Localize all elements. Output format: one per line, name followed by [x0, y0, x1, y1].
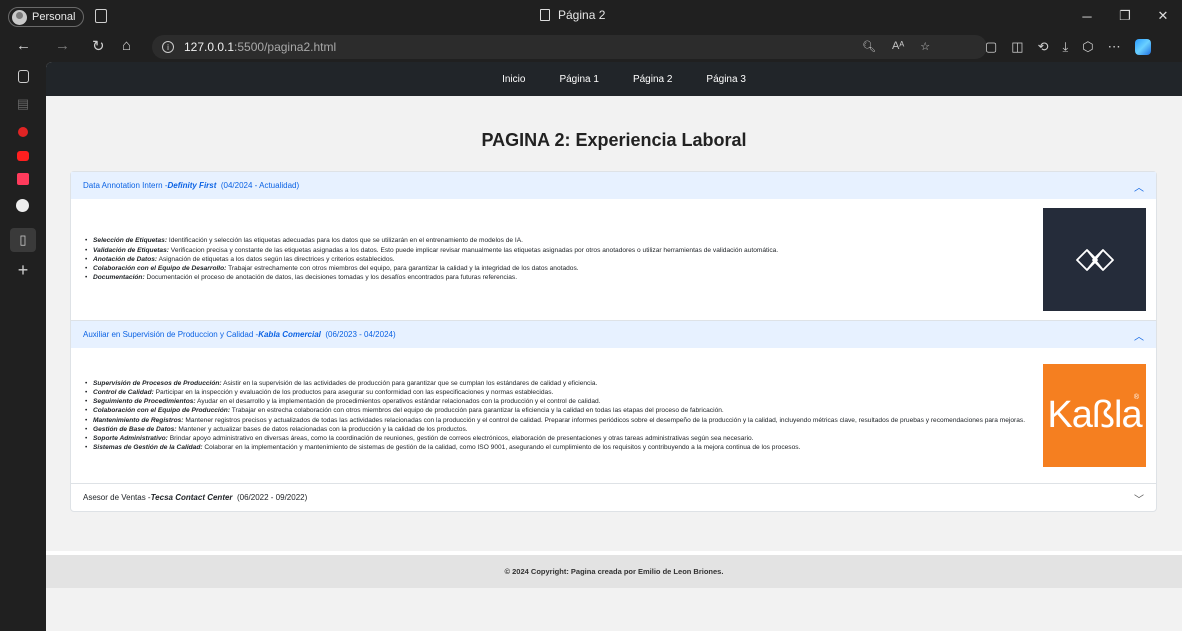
- downloads-icon[interactable]: ⤓: [1063, 39, 1069, 55]
- workspace-icon[interactable]: ▤: [14, 95, 32, 113]
- info-icon[interactable]: i: [162, 41, 174, 53]
- window-title-text: Página 2: [558, 8, 606, 22]
- window-title: Página 2: [540, 8, 605, 22]
- nav-link-inicio[interactable]: Inicio: [502, 74, 525, 85]
- list-item: Supervisión de Procesos de Producción: A…: [85, 379, 1031, 388]
- accordion-body-kabla: Supervisión de Procesos de Producción: A…: [71, 348, 1156, 483]
- definity-logo-icon: [1075, 248, 1114, 271]
- accordion-item-kabla: Auxiliar en Supervisión de Produccion y …: [71, 320, 1156, 483]
- minimize-button[interactable]: ─: [1068, 0, 1106, 32]
- list-item: Seguimiento de Procedimientos: Ayudar en…: [85, 397, 1031, 406]
- job-dates: (06/2023 - 04/2024): [320, 330, 396, 339]
- list-item: Documentación: Documentación el proceso …: [85, 273, 1031, 282]
- profile-label: Personal: [32, 11, 76, 23]
- duty-list: Supervisión de Procesos de Producción: A…: [85, 379, 1043, 453]
- top-navbar: Inicio Página 1 Página 2 Página 3: [46, 62, 1182, 96]
- accordion-item-definity: Data Annotation Intern - Definity First …: [71, 172, 1156, 320]
- accordion-body-definity: Selección de Etiquetas: Identificación y…: [71, 199, 1156, 320]
- copilot-icon[interactable]: [1134, 39, 1151, 55]
- page-viewport: Inicio Página 1 Página 2 Página 3 PAGINA…: [46, 62, 1182, 631]
- list-item: Sistemas de Gestión de la Calidad: Colab…: [85, 443, 1031, 452]
- nav-link-pagina-3[interactable]: Página 3: [706, 74, 745, 85]
- accordion-header-kabla[interactable]: Auxiliar en Supervisión de Produccion y …: [71, 321, 1156, 348]
- split-screen-icon[interactable]: ◫: [1011, 39, 1023, 55]
- job-title: Auxiliar en Supervisión de Produccion y …: [83, 330, 259, 339]
- restore-button[interactable]: ❐: [1106, 0, 1144, 32]
- window-titlebar: Personal Página 2 ─ ❐ ✕: [0, 0, 1182, 32]
- url-path: :5500/pagina2.html: [234, 40, 337, 54]
- more-icon[interactable]: ⋯: [1108, 39, 1121, 55]
- list-item: Gestión de Base de Datos: Mantener y act…: [85, 425, 1031, 434]
- chevron-up-icon: ︿: [1134, 183, 1144, 194]
- tabs-icon[interactable]: [18, 70, 29, 83]
- page-bottom: [46, 588, 1182, 631]
- chevron-up-icon: ︿: [1134, 332, 1144, 343]
- extensions-icon[interactable]: ⬡: [1082, 39, 1093, 55]
- list-item: Colaboración con el Equipo de Desarrollo…: [85, 264, 1031, 273]
- address-toolbar: ← → ↻ ⌂ i 127.0.0.1:5500/pagina2.html 🔍︎…: [0, 32, 1182, 62]
- profile-button[interactable]: Personal: [8, 7, 85, 27]
- home-icon[interactable]: ⌂: [122, 37, 131, 54]
- add-icon[interactable]: +: [14, 260, 32, 280]
- job-company: Kabla Comercial: [258, 330, 321, 339]
- avatar: [12, 9, 27, 25]
- app-icon[interactable]: [17, 173, 29, 185]
- footer-copyright: © 2024 Copyright: Pagina creada por Emil…: [504, 567, 724, 576]
- job-company: Definity First: [167, 181, 217, 190]
- kabla-logo-text: Kaßla: [1047, 394, 1142, 436]
- favorite-icon[interactable]: ☆: [920, 40, 930, 53]
- read-aloud-icon[interactable]: Aᴬ: [892, 40, 904, 53]
- accordion-item-tecsa: Asesor de Ventas - Tecsa Contact Center …: [71, 483, 1156, 511]
- experience-accordion: Data Annotation Intern - Definity First …: [70, 171, 1157, 512]
- history-icon[interactable]: ⟲: [1038, 39, 1049, 55]
- list-item: Validación de Etiquetas: Verificacion pr…: [85, 246, 1031, 255]
- accordion-header-tecsa[interactable]: Asesor de Ventas - Tecsa Contact Center …: [71, 484, 1156, 511]
- youtube-icon[interactable]: [17, 151, 29, 161]
- url-host: 127.0.0.1: [184, 40, 235, 54]
- page-icon[interactable]: ▯: [10, 228, 36, 252]
- github-icon[interactable]: [16, 199, 29, 212]
- accordion-header-definity[interactable]: Data Annotation Intern - Definity First …: [71, 172, 1156, 199]
- list-item: Colaboración con el Equipo de Producción…: [85, 406, 1031, 415]
- forward-icon[interactable]: →: [55, 37, 70, 54]
- refresh-icon[interactable]: ↻: [92, 37, 105, 55]
- list-item: Control de Calidad: Participar en la ins…: [85, 388, 1031, 397]
- tab-actions-icon[interactable]: [95, 9, 107, 23]
- document-icon: [540, 9, 550, 21]
- kabla-logo: Kaßla ®: [1043, 364, 1146, 467]
- registered-mark: ®: [1133, 394, 1139, 401]
- browser-sidebar: ▤ ▯ +: [0, 62, 46, 631]
- youtube-music-icon[interactable]: [18, 127, 28, 137]
- duty-list: Selección de Etiquetas: Identificación y…: [85, 236, 1043, 282]
- page-content: PAGINA 2: Experiencia Laboral Data Annot…: [46, 96, 1182, 631]
- chevron-down-icon: ﹀: [1134, 495, 1144, 506]
- list-item: Selección de Etiquetas: Identificación y…: [85, 236, 1031, 245]
- job-title: Asesor de Ventas -: [83, 493, 151, 502]
- nav-link-pagina-1[interactable]: Página 1: [559, 74, 598, 85]
- nav-link-pagina-2[interactable]: Página 2: [633, 74, 672, 85]
- definity-first-logo: [1043, 208, 1146, 311]
- zoom-icon[interactable]: 🔍︎: [862, 40, 876, 53]
- page-title: PAGINA 2: Experiencia Laboral: [481, 130, 747, 150]
- job-company: Tecsa Contact Center: [150, 493, 233, 502]
- job-dates: (04/2024 - Actualidad): [216, 181, 300, 190]
- list-item: Soporte Administrativo: Brindar apoyo ad…: [85, 434, 1031, 443]
- list-item: Anotación de Datos: Asignación de etique…: [85, 255, 1031, 264]
- job-title: Data Annotation Intern -: [83, 181, 168, 190]
- list-item: Mantenimiento de Registros: Mantener reg…: [85, 416, 1031, 425]
- back-icon[interactable]: ←: [16, 37, 31, 54]
- job-dates: (06/2022 - 09/2022): [232, 493, 308, 502]
- page-footer: © 2024 Copyright: Pagina creada por Emil…: [46, 555, 1182, 588]
- collections-icon[interactable]: ▢: [985, 39, 997, 55]
- close-button[interactable]: ✕: [1144, 0, 1182, 32]
